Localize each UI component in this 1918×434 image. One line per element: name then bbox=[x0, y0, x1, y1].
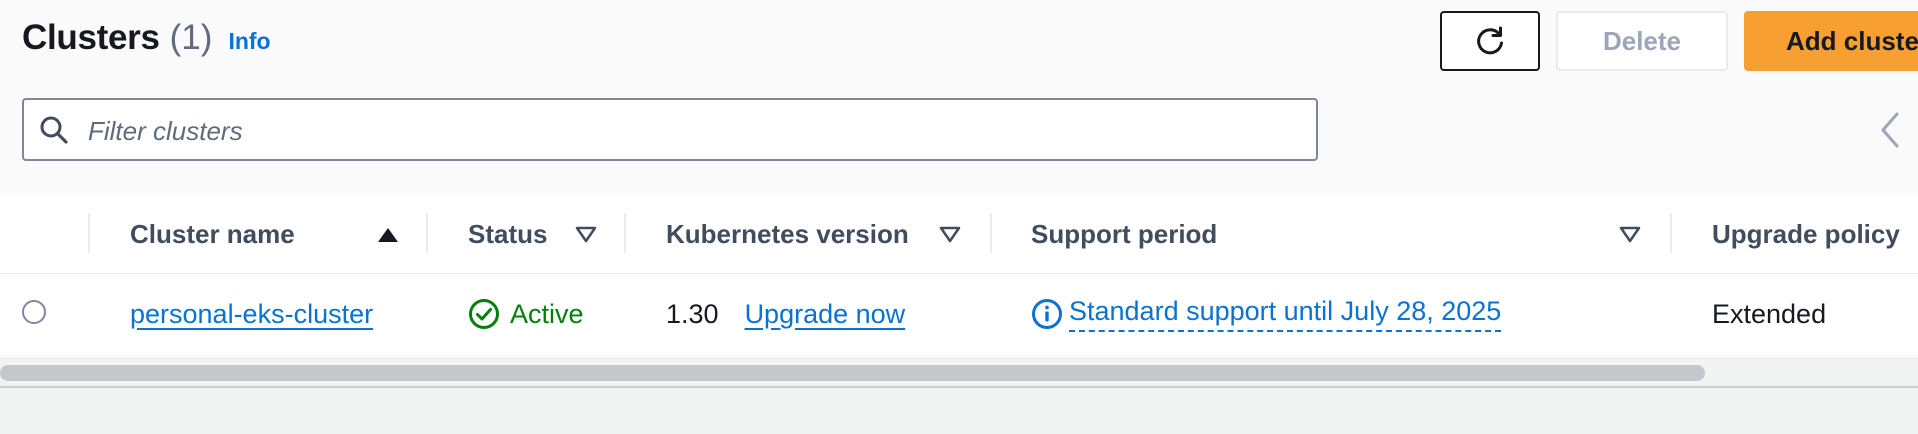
cluster-count: (1) bbox=[169, 18, 213, 57]
support-period-cell: Standard support until July 28, 2025 bbox=[1031, 274, 1502, 354]
status-cell: Active bbox=[468, 274, 584, 354]
column-divider bbox=[1670, 213, 1672, 253]
upgrade-now-link[interactable]: Upgrade now bbox=[745, 299, 906, 330]
horizontal-scrollbar[interactable] bbox=[0, 358, 1918, 387]
add-cluster-button[interactable]: Add cluster bbox=[1744, 11, 1918, 71]
column-divider bbox=[426, 213, 428, 253]
table-header: Cluster name Status Kubernetes version S… bbox=[0, 195, 1918, 274]
sort-unsorted-icon[interactable] bbox=[574, 222, 598, 246]
column-divider bbox=[624, 213, 626, 253]
check-circle-icon bbox=[469, 299, 499, 329]
scrollbar-thumb[interactable] bbox=[0, 365, 1705, 381]
column-divider bbox=[990, 213, 992, 253]
filter-clusters-input[interactable] bbox=[86, 112, 1290, 150]
refresh-button[interactable] bbox=[1440, 11, 1540, 71]
status-text: Active bbox=[510, 298, 584, 329]
filter-clusters-field bbox=[22, 98, 1318, 161]
column-header-upgrade-policy[interactable]: Upgrade policy bbox=[1712, 195, 1900, 273]
row-select-radio[interactable] bbox=[22, 300, 46, 324]
info-icon bbox=[1032, 299, 1062, 329]
chevron-left-icon[interactable] bbox=[1878, 110, 1902, 150]
upgrade-policy-value: Extended bbox=[1712, 298, 1827, 329]
clusters-panel: Clusters (1) Info Delete Add cluster Clu… bbox=[0, 0, 1918, 387]
sort-ascending-icon[interactable] bbox=[376, 222, 400, 246]
column-divider bbox=[88, 213, 90, 253]
search-icon bbox=[40, 116, 68, 144]
clusters-table: Cluster name Status Kubernetes version S… bbox=[0, 195, 1918, 355]
column-header-cluster-name[interactable]: Cluster name bbox=[130, 195, 295, 273]
kubernetes-version-value: 1.30 bbox=[666, 298, 719, 329]
refresh-icon bbox=[1477, 26, 1503, 55]
column-header-kubernetes-version[interactable]: Kubernetes version bbox=[666, 195, 909, 273]
column-header-support-period[interactable]: Support period bbox=[1031, 195, 1217, 273]
column-header-status[interactable]: Status bbox=[468, 195, 547, 273]
page-title: Clusters bbox=[22, 18, 160, 57]
sort-unsorted-icon[interactable] bbox=[1618, 222, 1642, 246]
sort-unsorted-icon[interactable] bbox=[938, 222, 962, 246]
info-link[interactable]: Info bbox=[228, 28, 270, 55]
support-period-link[interactable]: Standard support until July 28, 2025 bbox=[1069, 296, 1502, 332]
cluster-name-link[interactable]: personal-eks-cluster bbox=[130, 299, 373, 330]
table-row: personal-eks-cluster Active 1.30 Upgrade… bbox=[0, 274, 1918, 354]
kubernetes-version-cell: 1.30 Upgrade now bbox=[666, 274, 905, 354]
page-header: Clusters (1) Info bbox=[22, 18, 271, 68]
delete-button[interactable]: Delete bbox=[1556, 11, 1728, 71]
divider bbox=[0, 386, 1918, 388]
